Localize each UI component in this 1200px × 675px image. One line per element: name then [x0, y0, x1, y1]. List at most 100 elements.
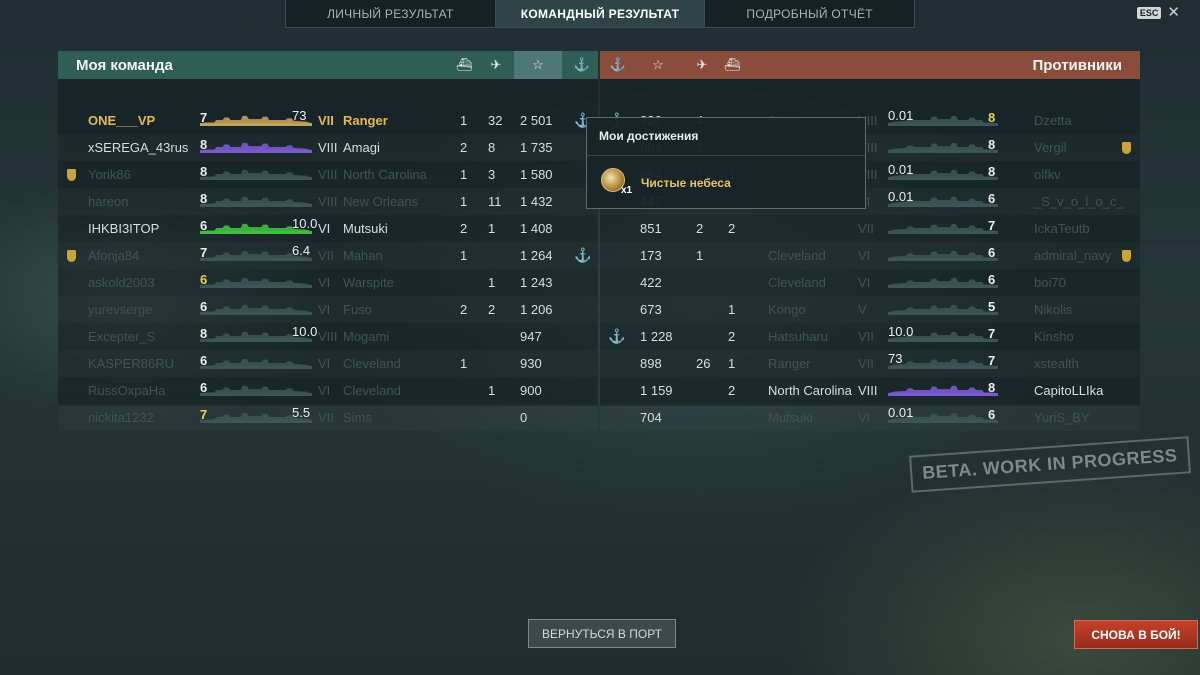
ship-name: Mutsuki [343, 221, 388, 236]
ship-kills-icon[interactable]: ⛴ [452, 51, 476, 79]
player-row[interactable]: IHKBI3ITOP 6 10.0 VI Mutsuki 2 1 1 408 [58, 215, 598, 242]
player-name[interactable]: Vergil [1034, 134, 1067, 161]
enemy-row[interactable]: ⚓ 1 228 2 Hatsuharu VII 10.0 7 Kinsho [600, 323, 1140, 350]
ship-hp-bar [200, 258, 312, 261]
ship-hp-bar [200, 285, 312, 288]
ship-name: Mogami [343, 329, 390, 344]
tab-detailed-report[interactable]: ПОДРОБНЫЙ ОТЧЁТ [705, 0, 914, 27]
ship-tier: VIII [858, 383, 878, 398]
player-name[interactable]: KASPER86RU [88, 350, 174, 377]
ship-rank: 8 [988, 164, 996, 179]
player-name[interactable]: Excepter_S [88, 323, 155, 350]
player-row[interactable]: askold2003 6 VI Warspite 1 1 243 [58, 269, 598, 296]
player-name[interactable]: RussOxpaHa [88, 377, 165, 404]
tab-personal-result[interactable]: ЛИЧНЫЙ РЕЗУЛЬТАТ [286, 0, 496, 27]
player-name[interactable]: admiral_navy [1034, 242, 1111, 269]
player-row[interactable]: ONE___VP 7 73 VII Ranger 1 32 2 501 ⚓ [58, 107, 598, 134]
ship-hp-bar [888, 177, 998, 180]
enemy-row[interactable]: 898 26 1 Ranger VII 73 7 xstealth [600, 350, 1140, 377]
xp-value: 422 [640, 275, 662, 290]
plane-kills-value: 1 [488, 275, 496, 290]
ship-hp-bar [200, 204, 312, 207]
enemy-row[interactable]: 704 Mutsuki VI 0.01 6 YuriS_BY [600, 404, 1140, 431]
player-name[interactable]: _S_v_o_l_o_c_ [1034, 188, 1124, 215]
player-name[interactable]: xSEREGA_43rus [88, 134, 188, 161]
ship-tier: VIII [318, 329, 338, 344]
player-row[interactable]: Afonja84 7 6.4 VII Mahan 1 1 264 ⚓ [58, 242, 598, 269]
plane-kills-icon[interactable]: ✈ [484, 51, 508, 79]
ship-name: Cleveland [768, 248, 826, 263]
plane-kills-value: 11 [488, 194, 502, 209]
ship-kills-value: 2 [460, 221, 468, 236]
player-row[interactable]: KASPER86RU 6 VI Cleveland 1 930 [58, 350, 598, 377]
rank-shield-icon [67, 250, 76, 262]
player-name[interactable]: hareon [88, 188, 128, 215]
close-icon[interactable]: ✕ [1167, 5, 1180, 20]
ship-hp-bar [888, 312, 998, 315]
xp-star-icon[interactable]: ☆ [514, 51, 562, 79]
tab-team-result[interactable]: КОМАНДНЫЙ РЕЗУЛЬТАТ [495, 0, 706, 27]
return-to-port-button[interactable]: ВЕРНУТЬСЯ В ПОРТ [528, 619, 676, 648]
player-row[interactable]: xSEREGA_43rus 8 VIII Amagi 2 8 1 735 [58, 134, 598, 161]
beta-watermark: BETA. WORK IN PROGRESS [909, 436, 1191, 493]
ship-ratio: 0.01 [888, 189, 914, 204]
achievements-popup: Мои достижения x1 Чистые небеса [586, 117, 866, 209]
ship-hp-bar [888, 420, 998, 423]
enemy-row[interactable]: 673 1 Kongo V 5 Nikolis [600, 296, 1140, 323]
player-name[interactable]: nickita1232 [88, 404, 154, 431]
enemy-row[interactable]: 422 Cleveland VI 6 boi70 [600, 269, 1140, 296]
player-name[interactable]: IHKBI3ITOP [88, 215, 159, 242]
player-name[interactable]: YuriS_BY [1034, 404, 1090, 431]
player-name[interactable]: Yorik86 [88, 161, 131, 188]
plane-kills-value: 32 [488, 113, 503, 128]
ship-tier: VI [858, 410, 871, 425]
ship-kills-value: 1 [460, 248, 468, 263]
enemy-row[interactable]: 851 2 2 VII 7 IckaTeutb [600, 215, 1140, 242]
player-name[interactable]: Kinsho [1034, 323, 1074, 350]
ship-tier: V [858, 302, 867, 317]
anchor-icon[interactable]: ⚓ [570, 51, 594, 79]
ship-ratio: 0.01 [888, 405, 914, 420]
ship-kills-icon[interactable]: ⛴ [720, 51, 744, 79]
anchor-icon[interactable]: ⚓ [606, 51, 630, 79]
player-name[interactable]: IckaTeutb [1034, 215, 1090, 242]
enemy-row[interactable]: 1 159 2 North Carolina VIII 8 CapitoLLIka [600, 377, 1140, 404]
ship-name: Kongo [768, 302, 806, 317]
xp-star-icon[interactable]: ☆ [646, 51, 670, 79]
player-row[interactable]: yurevserge 6 VI Fuso 2 2 1 206 [58, 296, 598, 323]
ship-hp-bar [888, 150, 998, 153]
ship-rank: 8 [200, 191, 208, 206]
player-row[interactable]: nickita1232 7 5.5 VII Sims 0 [58, 404, 598, 431]
player-name[interactable]: boi70 [1034, 269, 1066, 296]
player-name[interactable]: xstealth [1034, 350, 1079, 377]
ship-rank: 7 [200, 110, 208, 125]
ship-kills-value: 2 [728, 383, 736, 398]
plane-kills-value: 1 [488, 221, 496, 236]
ship-kills-value: 1 [728, 356, 736, 371]
player-name[interactable]: Afonja84 [88, 242, 139, 269]
ship-hp-bar [888, 339, 998, 342]
player-name[interactable]: CapitoLLIka [1034, 377, 1103, 404]
ship-rank: 6 [200, 272, 208, 287]
battle-again-button[interactable]: СНОВА В БОЙ! [1074, 620, 1198, 649]
enemy-row[interactable]: 173 1 Cleveland VI 6 admiral_navy [600, 242, 1140, 269]
ship-hp-bar [200, 420, 312, 423]
player-name[interactable]: ONE___VP [88, 107, 155, 134]
xp-value: 1 159 [640, 383, 673, 398]
player-row[interactable]: RussOxpaHa 6 VI Cleveland 1 900 [58, 377, 598, 404]
player-row[interactable]: hareon 8 VIII New Orleans 1 11 1 432 [58, 188, 598, 215]
player-name[interactable]: Dzetta [1034, 107, 1072, 134]
plane-kills-icon[interactable]: ✈ [690, 51, 714, 79]
ship-name: Amagi [343, 140, 380, 155]
player-row[interactable]: Excepter_S 8 10.0 VIII Mogami 947 [58, 323, 598, 350]
player-name[interactable]: yurevserge [88, 296, 152, 323]
plane-kills-value: 2 [696, 221, 704, 236]
enemy-team-panel: ⚓ ☆ ✈ ⛴ Противники ⚓3264AtagoVIII0.018Dz… [600, 51, 1140, 425]
player-name[interactable]: olfkv [1034, 161, 1061, 188]
esc-close-control[interactable]: ESC ✕ [1136, 5, 1180, 20]
player-name[interactable]: askold2003 [88, 269, 155, 296]
ship-rank: 8 [988, 110, 996, 125]
player-name[interactable]: Nikolis [1034, 296, 1072, 323]
player-row[interactable]: Yorik86 8 VIII North Carolina 1 3 1 580 [58, 161, 598, 188]
ship-ratio: 10.0 [888, 324, 914, 339]
